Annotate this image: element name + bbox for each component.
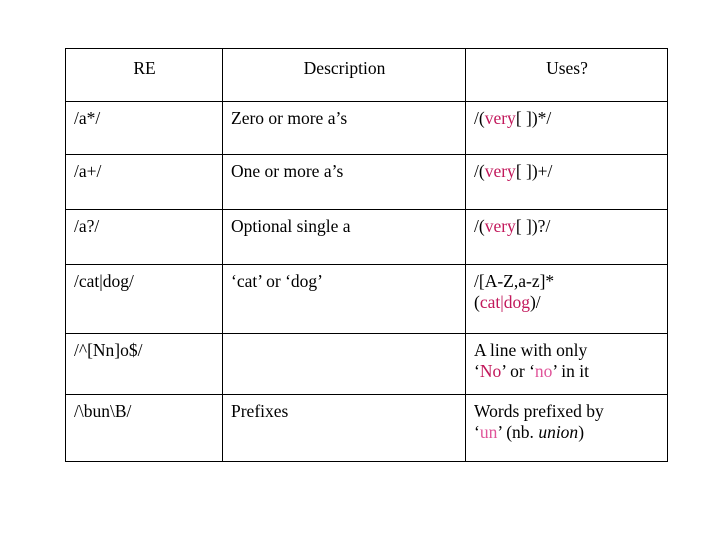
table-row: /^[Nn]o$/ A line with only ‘No’ or ‘no’ …	[65, 333, 668, 395]
slide-canvas: RE Description Uses? /a*/ Zero or more a…	[0, 0, 720, 540]
cell-uses: /[A-Z,a-z]* (cat|dog)/	[465, 264, 668, 334]
cell-description: Optional single a	[222, 209, 466, 265]
cell-description	[222, 333, 466, 395]
uses-line-1: A line with only	[474, 340, 588, 360]
uses-suffix: [ ])?/	[515, 216, 551, 236]
uses-prefix: /(	[474, 161, 485, 181]
cell-re: /\bun\B/	[65, 394, 223, 462]
uses-highlight: very	[484, 216, 516, 236]
table-row: /a?/ Optional single a /(very[ ])?/	[65, 209, 668, 265]
uses-highlight-secondary: no	[534, 360, 553, 381]
uses-line-2: (cat|dog)/	[474, 292, 660, 313]
uses-highlight-primary: un	[479, 421, 498, 442]
cell-re: /cat|dog/	[65, 264, 223, 334]
cell-re: /a?/	[65, 209, 223, 265]
cell-uses: /(very[ ])?/	[465, 209, 668, 265]
uses-note-open: ’ (nb.	[497, 421, 539, 442]
table-body: /a*/ Zero or more a’s /(very[ ])*/ /a+/ …	[65, 101, 668, 462]
uses-line-2: ‘No’ or ‘no’ in it	[474, 361, 660, 382]
cell-description: Zero or more a’s	[222, 101, 466, 155]
uses-suffix: [ ])*/	[515, 108, 552, 128]
cell-description: Prefixes	[222, 394, 466, 462]
table-row: /a+/ One or more a’s /(very[ ])+/	[65, 154, 668, 210]
table-header: RE Description Uses?	[65, 48, 668, 102]
regex-reference-table: RE Description Uses? /a*/ Zero or more a…	[65, 48, 668, 462]
uses-highlight: very	[484, 161, 516, 181]
table-row: /cat|dog/ ‘cat’ or ‘dog’ /[A-Z,a-z]* (ca…	[65, 264, 668, 334]
uses-conjunction: ’ or ‘	[501, 360, 535, 381]
uses-suffix: )/	[529, 291, 541, 312]
cell-uses: Words prefixed by ‘un’ (nb. union)	[465, 394, 668, 462]
uses-suffix: [ ])+/	[515, 161, 553, 181]
uses-prefix: /(	[474, 108, 485, 128]
uses-highlight: cat|dog	[479, 291, 530, 312]
cell-uses: /(very[ ])+/	[465, 154, 668, 210]
uses-highlight-primary: No	[479, 360, 502, 381]
cell-re: /^[Nn]o$/	[65, 333, 223, 395]
uses-highlight: very	[484, 108, 516, 128]
uses-tail: ’ in it	[552, 360, 590, 381]
column-header-re: RE	[65, 48, 223, 102]
cell-description: One or more a’s	[222, 154, 466, 210]
cell-uses: /(very[ ])*/	[465, 101, 668, 155]
cell-uses: A line with only ‘No’ or ‘no’ in it	[465, 333, 668, 395]
cell-description: ‘cat’ or ‘dog’	[222, 264, 466, 334]
uses-note-close: )	[578, 421, 585, 442]
uses-line-2: ‘un’ (nb. union)	[474, 422, 660, 443]
uses-line-1: Words prefixed by	[474, 401, 604, 421]
column-header-uses: Uses?	[465, 48, 668, 102]
uses-line-1: /[A-Z,a-z]*	[474, 271, 555, 291]
uses-example-italic: union	[538, 421, 579, 442]
table-row: /a*/ Zero or more a’s /(very[ ])*/	[65, 101, 668, 155]
uses-prefix: /(	[474, 216, 485, 236]
table-header-row: RE Description Uses?	[65, 48, 668, 102]
cell-re: /a*/	[65, 101, 223, 155]
cell-re: /a+/	[65, 154, 223, 210]
column-header-description: Description	[222, 48, 466, 102]
table-row: /\bun\B/ Prefixes Words prefixed by ‘un’…	[65, 394, 668, 462]
